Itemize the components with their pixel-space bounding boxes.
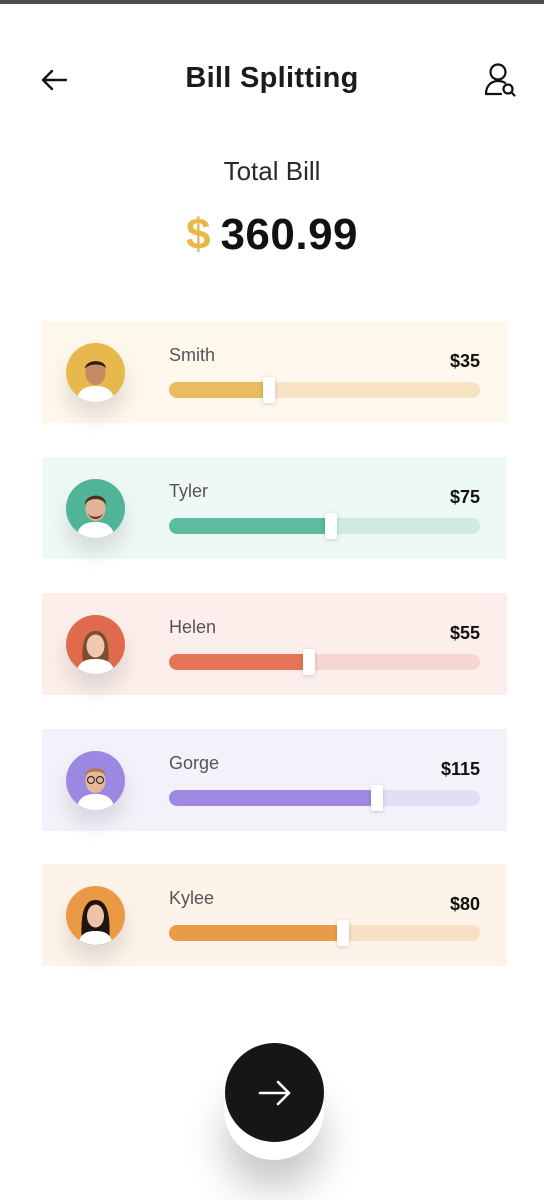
slider-fill [169, 790, 378, 806]
share-slider[interactable] [169, 649, 480, 675]
slider-thumb[interactable] [262, 377, 275, 403]
total-bill-label: Total Bill [223, 156, 321, 186]
status-bar-line [0, 0, 544, 4]
slider-thumb[interactable] [371, 785, 384, 811]
person-card-gorge: Gorge $115 [42, 729, 507, 831]
person-card-helen: Helen $55 [42, 593, 507, 695]
total-amount-value: 360.99 [220, 210, 359, 259]
avatar [66, 615, 125, 674]
slider-fill [169, 382, 269, 398]
person-card-kylee: Kylee $80 [42, 864, 507, 966]
avatar [66, 751, 125, 810]
person-amount: $115 [440, 759, 480, 779]
total-bill-amount: $ 360.99 [0, 210, 544, 260]
avatar [66, 886, 125, 945]
slider-thumb[interactable] [302, 649, 315, 675]
page-title: Bill Splitting [185, 62, 359, 94]
avatar [66, 343, 125, 402]
slider-fill [169, 654, 309, 670]
share-slider[interactable] [169, 920, 480, 946]
person-name: Tyler [169, 481, 209, 501]
share-slider[interactable] [169, 785, 480, 811]
slider-fill [169, 925, 344, 941]
currency-symbol: $ [185, 210, 211, 259]
person-name: Kylee [169, 888, 215, 908]
slider-thumb[interactable] [337, 920, 350, 946]
slider-fill [169, 518, 331, 534]
slider-thumb[interactable] [324, 513, 337, 539]
person-name: Helen [169, 617, 217, 637]
share-slider[interactable] [169, 377, 480, 403]
person-amount: $80 [449, 894, 480, 914]
user-search-icon [484, 63, 516, 97]
person-amount: $35 [449, 351, 480, 371]
arrow-right-icon [258, 1080, 290, 1105]
person-card-smith: Smith $35 [42, 321, 507, 423]
person-amount: $55 [449, 623, 480, 643]
person-name: Gorge [169, 753, 220, 773]
next-button[interactable] [225, 1043, 324, 1142]
person-card-tyler: Tyler $75 [42, 457, 507, 559]
header: Bill Splitting [0, 48, 544, 112]
person-amount: $75 [449, 487, 480, 507]
avatar [66, 479, 125, 538]
profile-search-button[interactable] [478, 60, 522, 100]
share-slider[interactable] [169, 513, 480, 539]
person-name: Smith [169, 345, 216, 365]
